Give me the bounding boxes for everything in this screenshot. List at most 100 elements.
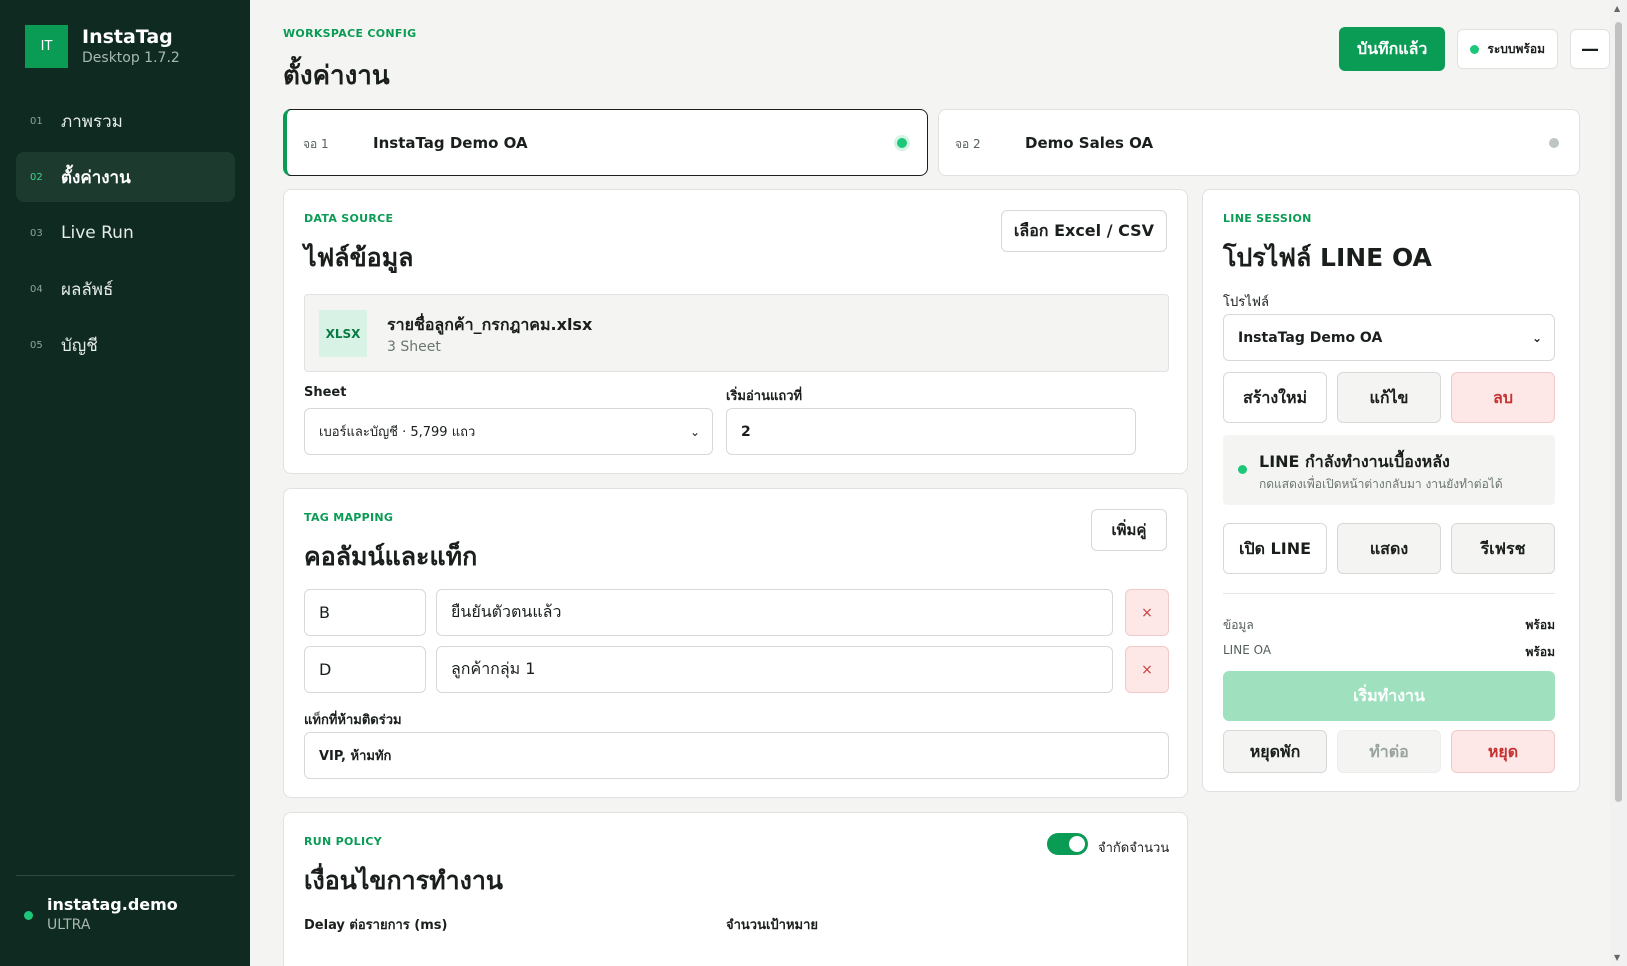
page-title: ตั้งค่างาน	[283, 61, 390, 91]
scroll-down-icon[interactable]: ▼	[1614, 953, 1620, 962]
chevron-down-icon: ⌄	[1531, 331, 1542, 345]
scroll-up-icon[interactable]: ▲	[1614, 4, 1620, 13]
sidebar-nav: 01 ภาพรวม 02 ตั้งค่างาน 03 Live Run 04 ผ…	[16, 96, 235, 376]
nav-label: ภาพรวม	[61, 111, 123, 132]
sheet-select[interactable]: เบอร์และบัญชี · 5,799 แถว ⌄	[304, 408, 713, 455]
target-label: จำนวนเป้าหมาย	[726, 918, 819, 933]
user-plan: ULTRA	[47, 917, 91, 933]
data-source-card: DATA SOURCE ไฟล์ข้อมูล เลือก Excel / CSV…	[283, 189, 1188, 474]
screen-status-icon	[1549, 137, 1559, 148]
stop-button[interactable]: หยุด	[1451, 730, 1555, 773]
nav-number: 02	[30, 171, 43, 183]
sidebar-divider	[16, 875, 235, 876]
open-line-button[interactable]: เปิด LINE	[1223, 523, 1327, 574]
card-title: ไฟล์ข้อมูล	[304, 243, 414, 272]
show-line-button[interactable]: แสดง	[1337, 523, 1441, 574]
refresh-button[interactable]: รีเฟรช	[1451, 523, 1555, 574]
mapping-tag-input[interactable]: ยืนยันตัวตนแล้ว	[436, 589, 1113, 636]
mapping-column-input[interactable]: B	[304, 589, 426, 636]
choose-file-button[interactable]: เลือก Excel / CSV	[1001, 210, 1167, 252]
nav-number: 03	[30, 227, 43, 239]
excluded-tags-input[interactable]: VIP, ห้ามทัก	[304, 732, 1169, 779]
data-readiness-value: พร้อม	[1525, 618, 1555, 632]
start-row-label: เริ่มอ่านแถวที่	[726, 389, 803, 404]
online-status-icon	[24, 910, 33, 920]
divider	[1223, 593, 1555, 594]
sheet-label: Sheet	[304, 385, 347, 400]
line-status-title: LINE กำลังทำงานเบื้องหลัง	[1259, 452, 1450, 471]
system-status-label: ระบบพร้อม	[1487, 41, 1545, 56]
card-kicker: RUN POLICY	[304, 835, 382, 848]
nav-number: 01	[30, 115, 43, 127]
user-profile[interactable]: instatag.demo ULTRA	[24, 895, 178, 935]
limit-toggle[interactable]	[1047, 833, 1088, 855]
line-status-panel: LINE กำลังทำงานเบื้องหลัง กดแสดงเพื่อเปิ…	[1223, 435, 1555, 505]
card-kicker: TAG MAPPING	[304, 511, 394, 524]
app-logo: IT	[25, 25, 68, 68]
saved-button[interactable]: บันทึกแล้ว	[1338, 27, 1446, 71]
edit-profile-button[interactable]: แก้ไข	[1337, 372, 1441, 423]
start-run-button[interactable]: เริ่มทำงาน	[1223, 671, 1555, 721]
create-profile-button[interactable]: สร้างใหม่	[1223, 372, 1327, 423]
start-row-input[interactable]: 2	[726, 408, 1136, 455]
sidebar: IT InstaTag Desktop 1.7.2 01 ภาพรวม 02 ต…	[0, 0, 250, 966]
add-pair-button[interactable]: เพิ่มคู่	[1091, 509, 1167, 551]
tag-mapping-card: TAG MAPPING คอลัมน์และแท็ก เพิ่มคู่ B ยื…	[283, 488, 1188, 798]
sidebar-item-live-run[interactable]: 03 Live Run	[16, 208, 235, 258]
excluded-tags-label: แท็กที่ห้ามติดร่วม	[304, 713, 402, 728]
sidebar-item-account[interactable]: 05 บัญชี	[16, 320, 235, 370]
profile-select-value: InstaTag Demo OA	[1238, 329, 1383, 346]
top-actions: บันทึกแล้ว ระบบพร้อม —	[1338, 27, 1610, 71]
nav-label: ผลลัพธ์	[61, 279, 114, 300]
status-dot-icon	[1238, 465, 1247, 474]
sidebar-item-settings[interactable]: 02 ตั้งค่างาน	[16, 152, 235, 202]
run-policy-card: RUN POLICY เงื่อนไขการทำงาน จำกัดจำนวน D…	[283, 812, 1188, 966]
screen-tab-1[interactable]: จอ 1 InstaTag Demo OA	[283, 109, 928, 176]
nav-label: ตั้งค่างาน	[61, 167, 131, 188]
mapping-tag-input[interactable]: ลูกค้ากลุ่ม 1	[436, 646, 1113, 693]
screen-number: จอ 2	[955, 137, 981, 151]
profile-select[interactable]: InstaTag Demo OA ⌄	[1223, 314, 1555, 361]
profile-label: โปรไฟล์	[1223, 295, 1269, 310]
screen-tabs: จอ 1 InstaTag Demo OA จอ 2 Demo Sales OA	[283, 109, 1580, 176]
nav-number: 05	[30, 339, 43, 351]
close-icon: ×	[1141, 661, 1153, 678]
status-dot-icon	[1470, 44, 1480, 54]
scrollbar[interactable]: ▲ ▼	[1610, 0, 1627, 966]
main-content: WORKSPACE CONFIG ตั้งค่างาน บันทึกแล้ว ร…	[250, 0, 1610, 966]
nav-label: บัญชี	[61, 335, 98, 356]
card-kicker: LINE SESSION	[1223, 212, 1312, 225]
delete-mapping-button[interactable]: ×	[1125, 589, 1169, 636]
card-title: เงื่อนไขการทำงาน	[304, 866, 503, 895]
line-status-subtitle: กดแสดงเพื่อเปิดหน้าต่างกลับมา งานยังทำต่…	[1259, 477, 1503, 491]
line-session-card: LINE SESSION โปรไฟล์ LINE OA โปรไฟล์ Ins…	[1202, 189, 1580, 792]
system-status-badge: ระบบพร้อม	[1457, 29, 1558, 69]
user-name: instatag.demo	[47, 895, 178, 914]
sidebar-item-results[interactable]: 04 ผลลัพธ์	[16, 264, 235, 314]
screen-name: Demo Sales OA	[1025, 133, 1154, 152]
card-title: คอลัมน์และแท็ก	[304, 542, 478, 571]
file-name: รายชื่อลูกค้า_กรกฎาคม.xlsx	[387, 315, 593, 334]
sidebar-item-overview[interactable]: 01 ภาพรวม	[16, 96, 235, 146]
data-readiness: ข้อมูล พร้อม	[1223, 616, 1555, 635]
scrollbar-thumb[interactable]	[1615, 22, 1622, 802]
app-version: Desktop 1.7.2	[82, 49, 180, 66]
selected-file[interactable]: XLSX รายชื่อลูกค้า_กรกฎาคม.xlsx 3 Sheet	[304, 294, 1169, 372]
delete-profile-button[interactable]: ลบ	[1451, 372, 1555, 423]
mapping-column-input[interactable]: D	[304, 646, 426, 693]
card-title: โปรไฟล์ LINE OA	[1223, 243, 1432, 272]
close-icon: ×	[1141, 604, 1153, 621]
nav-label: Live Run	[61, 223, 134, 243]
brand: IT InstaTag Desktop 1.7.2	[25, 25, 180, 68]
delete-mapping-button[interactable]: ×	[1125, 646, 1169, 693]
page-kicker: WORKSPACE CONFIG	[283, 27, 417, 40]
file-sheet-count: 3 Sheet	[387, 339, 441, 355]
screen-tab-2[interactable]: จอ 2 Demo Sales OA	[938, 109, 1580, 176]
nav-number: 04	[30, 283, 43, 295]
minimize-button[interactable]: —	[1570, 29, 1610, 69]
screen-status-icon	[897, 137, 907, 148]
oa-readiness: LINE OA พร้อม	[1223, 643, 1555, 662]
xlsx-file-icon: XLSX	[319, 310, 367, 357]
resume-button[interactable]: ทำต่อ	[1337, 730, 1441, 773]
pause-button[interactable]: หยุดพัก	[1223, 730, 1327, 773]
